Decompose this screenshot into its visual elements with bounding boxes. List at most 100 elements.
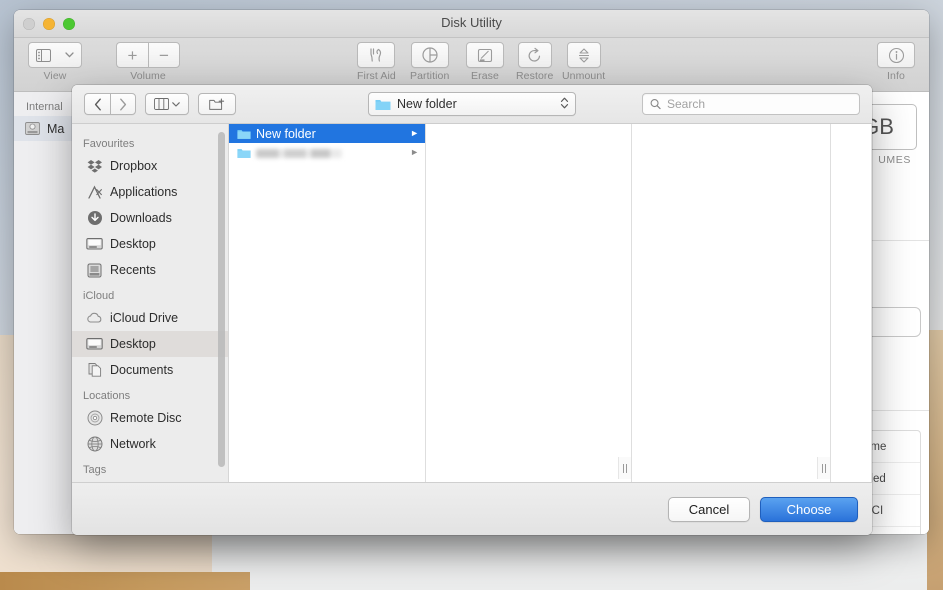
erase-button[interactable] xyxy=(466,42,504,68)
sidebar-item-documents[interactable]: Documents xyxy=(72,357,228,383)
sidebar-item-label: Desktop xyxy=(110,337,156,351)
sidebar-item-label: Documents xyxy=(110,363,174,377)
column-resize-grip[interactable] xyxy=(817,457,830,479)
popup-updown-icon xyxy=(560,96,569,113)
new-folder-button[interactable] xyxy=(198,93,236,115)
add-volume-button[interactable]: + xyxy=(116,42,148,68)
sidebar-section-favourites: Favourites xyxy=(83,138,135,150)
view-button[interactable] xyxy=(28,42,82,68)
list-item-label-redacted xyxy=(256,148,342,158)
column-view-icon xyxy=(154,98,169,110)
dialog-toolbar: New folder xyxy=(72,85,872,124)
sidebar-item-dropbox[interactable]: Dropbox xyxy=(72,153,228,179)
cloud-glyph xyxy=(87,312,102,323)
unmount-label: Unmount xyxy=(562,70,606,82)
list-item-label: New folder xyxy=(256,126,316,141)
toolbar-erase-group[interactable]: Erase xyxy=(466,42,504,82)
favourites-sidebar: Favourites Dropbox Applications Download… xyxy=(72,124,229,482)
sidebar-view-icon[interactable] xyxy=(28,42,58,68)
desktop-glyph xyxy=(86,238,103,250)
first-aid-label: First Aid xyxy=(357,70,396,82)
file-chooser-dialog: New folder Favourites xyxy=(72,85,872,535)
path-popup-button[interactable]: New folder xyxy=(368,92,576,116)
sidebar-item-label: Desktop xyxy=(110,237,156,251)
back-button[interactable] xyxy=(84,93,110,115)
documents-glyph xyxy=(88,363,101,377)
sidebar-scrollbar[interactable] xyxy=(218,132,225,467)
volume-segmented-control[interactable]: + − xyxy=(116,42,180,68)
folder-icon xyxy=(237,129,251,139)
info-label: Info xyxy=(887,70,905,82)
applications-glyph xyxy=(87,185,102,199)
dialog-footer: Cancel Choose xyxy=(72,482,872,535)
column-resize-grip[interactable] xyxy=(618,457,631,479)
up-down-chevrons-glyph xyxy=(560,97,569,108)
sidebar-item-remote-disc[interactable]: Remote Disc xyxy=(72,405,228,431)
sidebar-item-recents[interactable]: Recents xyxy=(72,257,228,283)
unmount-button[interactable] xyxy=(566,42,601,68)
minus-icon: − xyxy=(159,45,169,65)
downloads-icon xyxy=(86,210,103,227)
restore-button[interactable] xyxy=(517,42,552,68)
choose-button[interactable]: Choose xyxy=(760,496,858,522)
sidebar-item-label: iCloud Drive xyxy=(110,311,179,325)
info-button[interactable] xyxy=(877,42,915,68)
cancel-button[interactable]: Cancel xyxy=(668,496,750,522)
toolbar-restore-group[interactable]: Restore xyxy=(516,42,553,82)
list-item[interactable]: ► xyxy=(229,143,425,162)
forward-button[interactable] xyxy=(110,93,136,115)
toolbar-info-group[interactable]: Info xyxy=(877,42,915,82)
sidebar-item-desktop-icloud[interactable]: Desktop xyxy=(72,331,228,357)
erase-label: Erase xyxy=(471,70,499,82)
chevron-down-icon xyxy=(172,101,180,107)
toolbar-unmount-group[interactable]: Unmount xyxy=(562,42,605,82)
search-field[interactable] xyxy=(642,93,860,115)
first-aid-icon xyxy=(370,48,382,62)
dialog-body: Favourites Dropbox Applications Download… xyxy=(72,124,872,482)
view-chevron-down-icon[interactable] xyxy=(58,42,82,68)
recents-glyph xyxy=(87,263,102,277)
hard-drive-icon xyxy=(25,122,40,135)
sidebar-item-label: Recents xyxy=(110,263,156,277)
sidebar-item-label: Remote Disc xyxy=(110,411,182,425)
list-item[interactable]: New folder ► xyxy=(229,124,425,143)
partition-button[interactable] xyxy=(410,42,449,68)
folder-icon xyxy=(375,99,391,110)
network-globe-glyph xyxy=(87,436,102,452)
restore-label: Restore xyxy=(516,70,554,82)
chevron-down-glyph xyxy=(65,52,74,58)
toolbar-partition-group[interactable]: Partition xyxy=(410,42,449,82)
volume-label: Volume xyxy=(130,70,166,82)
desktop-icon xyxy=(86,336,103,353)
first-aid-button[interactable] xyxy=(357,42,396,68)
documents-icon xyxy=(86,362,103,379)
desktop-glyph xyxy=(86,338,103,350)
unmount-icon xyxy=(578,47,589,63)
volumes-label: UMES xyxy=(878,154,911,166)
search-input[interactable] xyxy=(666,97,852,111)
search-icon xyxy=(650,99,661,110)
sidebar-item-applications[interactable]: Applications xyxy=(72,179,228,205)
recents-icon xyxy=(86,262,103,279)
window-titlebar[interactable]: Disk Utility xyxy=(14,10,929,38)
sidebar-item-desktop[interactable]: Desktop xyxy=(72,231,228,257)
wallpaper-tan-bottom xyxy=(0,572,250,590)
network-globe-icon xyxy=(86,436,103,453)
sidebar-item-network[interactable]: Network xyxy=(72,431,228,457)
sidebar-drive-label: Ma xyxy=(47,121,65,136)
path-popup-label: New folder xyxy=(397,97,457,111)
sidebar-item-downloads[interactable]: Downloads xyxy=(72,205,228,231)
sidebar-item-icloud-drive[interactable]: iCloud Drive xyxy=(72,305,228,331)
sidebar-section-locations: Locations xyxy=(83,390,131,402)
sidebar-section-tags: Tags xyxy=(83,464,107,476)
folder-icon xyxy=(237,148,251,158)
wallpaper-tan-right xyxy=(927,330,943,590)
file-column-1: New folder ► ► xyxy=(229,124,426,482)
view-mode-button[interactable] xyxy=(145,93,189,115)
downloads-glyph xyxy=(87,211,102,225)
chevron-right-icon xyxy=(120,98,127,110)
remove-volume-button[interactable]: − xyxy=(148,42,180,68)
toolbar-first-aid-group[interactable]: First Aid xyxy=(357,42,396,82)
navigation-buttons[interactable] xyxy=(84,93,136,115)
toolbar-volume-group: + − Volume xyxy=(116,42,180,82)
